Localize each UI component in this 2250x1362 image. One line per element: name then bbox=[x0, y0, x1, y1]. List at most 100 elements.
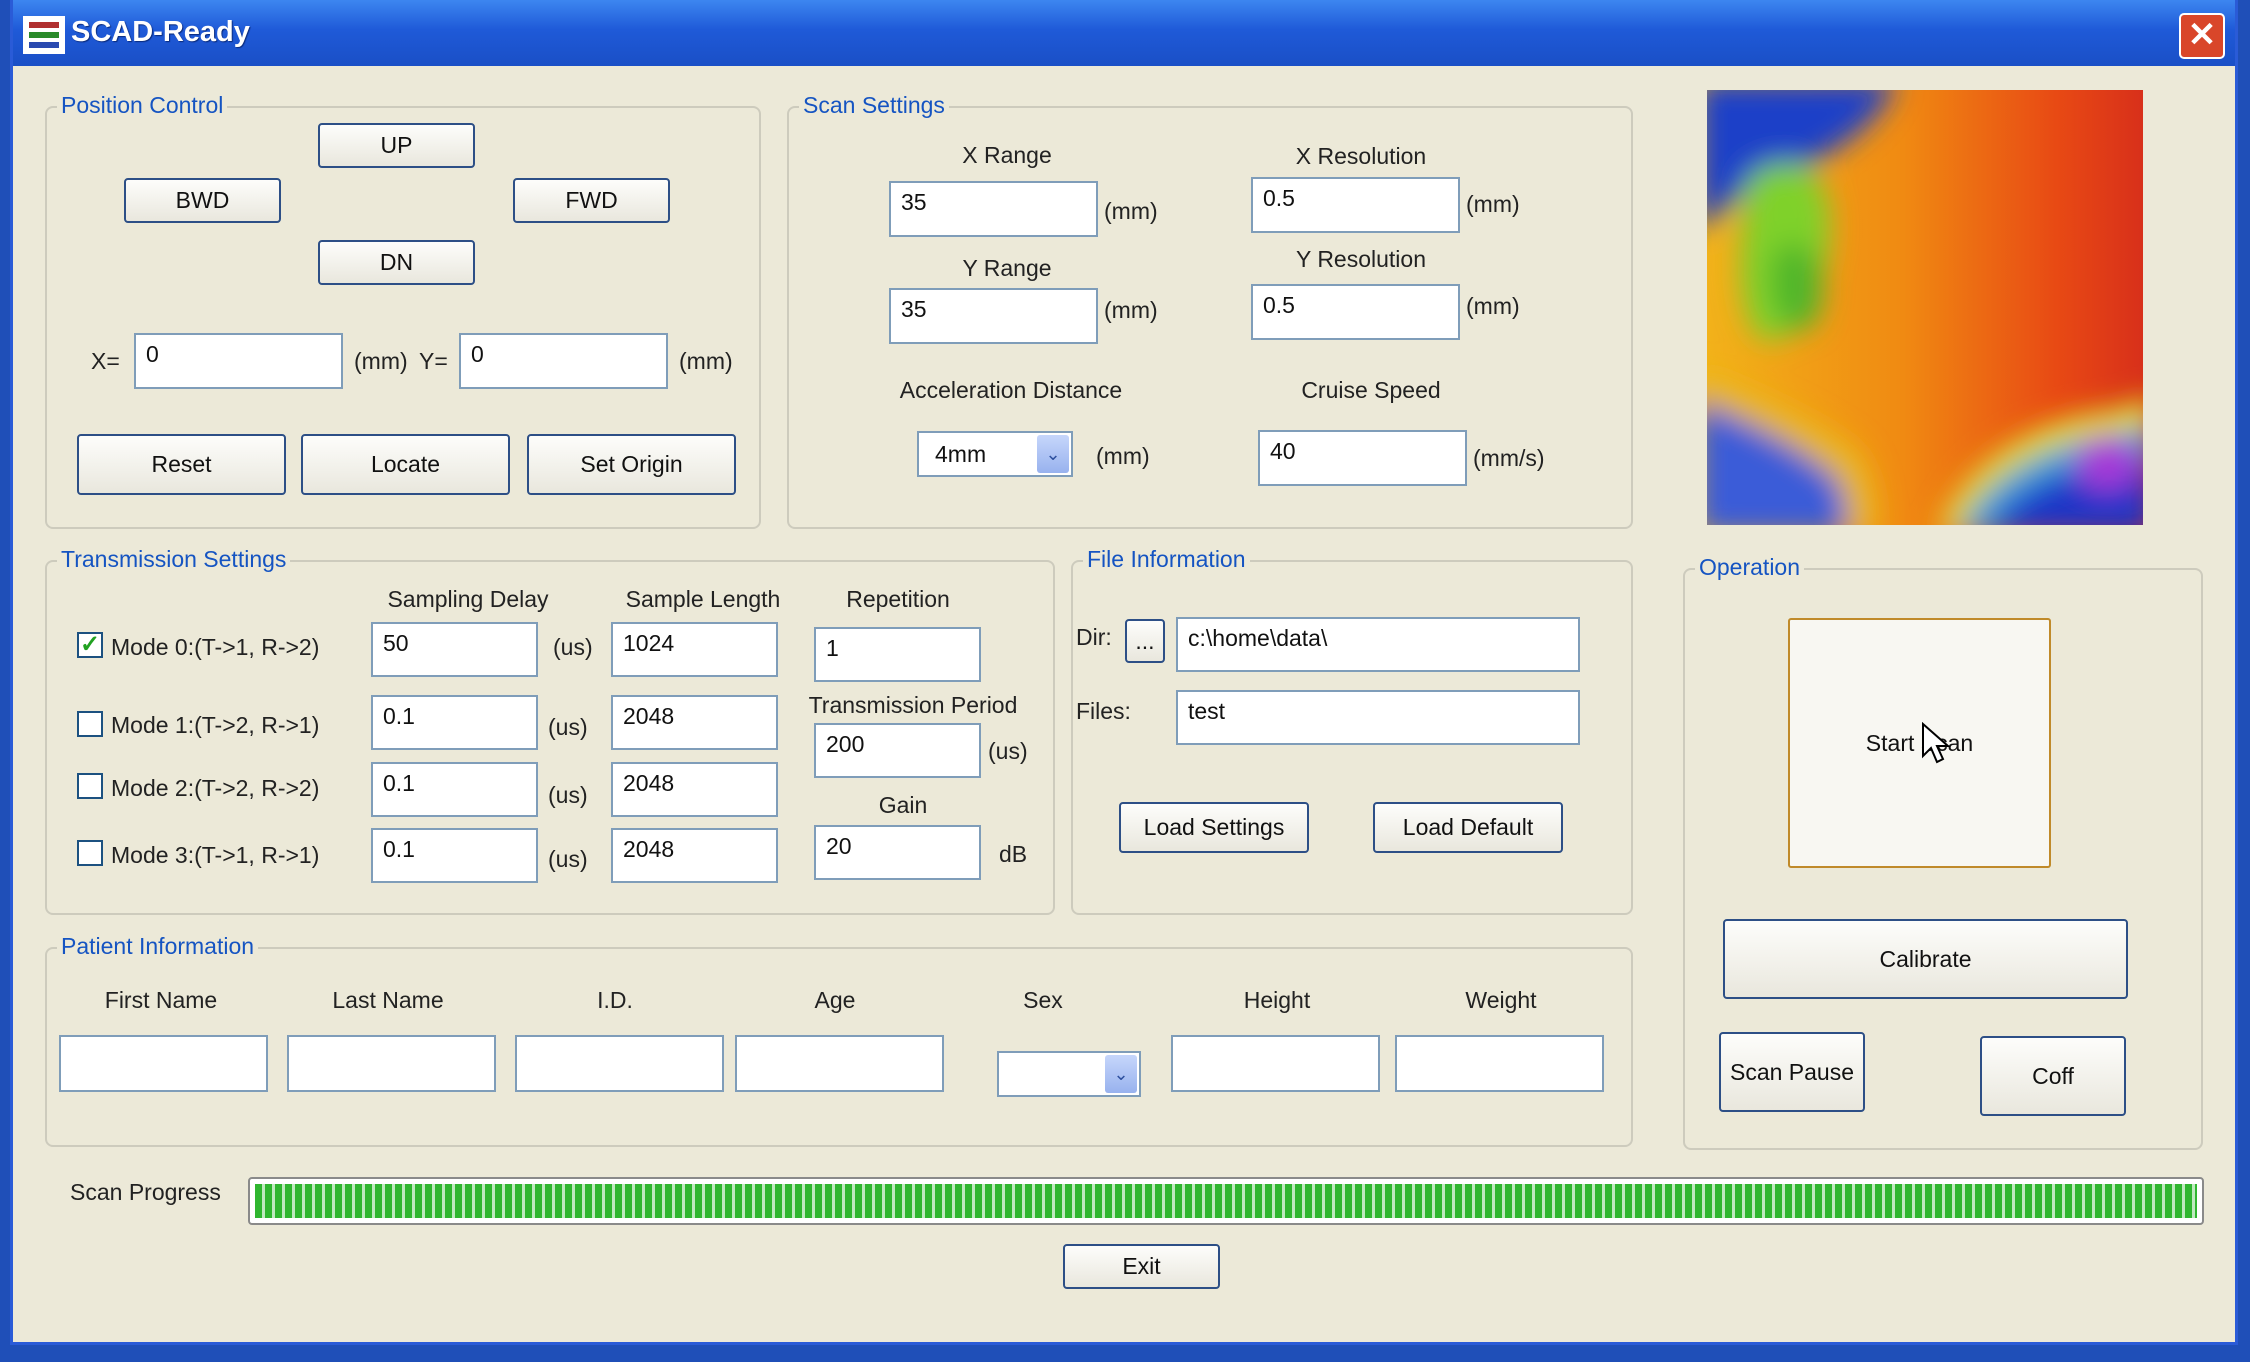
scan-progress-label: Scan Progress bbox=[70, 1179, 221, 1205]
x-label: X= bbox=[91, 348, 120, 374]
sample-length-header: Sample Length bbox=[625, 586, 781, 612]
y-unit: (mm) bbox=[679, 348, 733, 374]
last-name-field[interactable] bbox=[287, 1035, 496, 1092]
acceleration-distance-unit: (mm) bbox=[1096, 443, 1150, 469]
dir-field[interactable]: c:\home\data\ bbox=[1176, 617, 1580, 672]
id-label: I.D. bbox=[597, 987, 633, 1013]
x-position-field[interactable]: 0 bbox=[134, 333, 343, 389]
mode-3-sampling-delay[interactable]: 0.1 bbox=[371, 828, 538, 883]
set-origin-button[interactable]: Set Origin bbox=[527, 434, 736, 495]
acceleration-distance-select[interactable]: 4mm ⌄ bbox=[917, 431, 1073, 477]
mode-2-checkbox[interactable] bbox=[77, 773, 103, 799]
position-control-title: Position Control bbox=[57, 92, 228, 119]
transmission-period-label: Transmission Period bbox=[808, 692, 1018, 718]
mode-0-delay-unit: (us) bbox=[553, 634, 593, 660]
y-resolution-unit: (mm) bbox=[1466, 293, 1520, 319]
window-title: SCAD-Ready bbox=[71, 16, 250, 48]
bwd-button[interactable]: BWD bbox=[124, 178, 281, 223]
dn-button[interactable]: DN bbox=[318, 240, 475, 285]
load-settings-button[interactable]: Load Settings bbox=[1119, 802, 1309, 853]
mode-0-sampling-delay[interactable]: 50 bbox=[371, 622, 538, 677]
height-label: Height bbox=[1243, 987, 1311, 1013]
chevron-down-icon[interactable]: ⌄ bbox=[1105, 1055, 1137, 1093]
mode-0-checkbox[interactable]: ✓ bbox=[77, 632, 103, 658]
coff-button[interactable]: Coff bbox=[1980, 1036, 2126, 1116]
start-scan-button[interactable]: Start Scan bbox=[1788, 618, 2051, 868]
scan-settings-title: Scan Settings bbox=[799, 92, 949, 119]
repetition-header: Repetition bbox=[846, 586, 950, 612]
first-name-field[interactable] bbox=[59, 1035, 268, 1092]
sex-label: Sex bbox=[1023, 987, 1063, 1013]
mode-3-checkbox[interactable] bbox=[77, 840, 103, 866]
mode-3-sample-length[interactable]: 2048 bbox=[611, 828, 778, 883]
mouse-cursor-icon bbox=[1922, 722, 1951, 764]
age-field[interactable] bbox=[735, 1035, 944, 1092]
x-range-unit: (mm) bbox=[1104, 198, 1158, 224]
height-field[interactable] bbox=[1171, 1035, 1380, 1092]
title-bar[interactable]: SCAD-Ready ✕ bbox=[13, 0, 2235, 66]
app-window: SCAD-Ready ✕ Position Control UP BWD FWD… bbox=[10, 0, 2238, 1345]
mode-2-delay-unit: (us) bbox=[548, 782, 588, 808]
first-name-label: First Name bbox=[104, 987, 218, 1013]
file-information-title: File Information bbox=[1083, 546, 1250, 573]
mode-1-label: Mode 1:(T->2, R->1) bbox=[111, 712, 320, 738]
y-label: Y= bbox=[419, 348, 448, 374]
mode-2-sample-length[interactable]: 2048 bbox=[611, 762, 778, 817]
up-button[interactable]: UP bbox=[318, 123, 475, 168]
transmission-settings-title: Transmission Settings bbox=[57, 546, 291, 573]
x-resolution-label: X Resolution bbox=[1295, 143, 1427, 169]
y-range-field[interactable]: 35 bbox=[889, 288, 1098, 344]
mode-0-label: Mode 0:(T->1, R->2) bbox=[111, 634, 320, 660]
mode-1-sample-length[interactable]: 2048 bbox=[611, 695, 778, 750]
close-button[interactable]: ✕ bbox=[2179, 13, 2225, 59]
mode-1-sampling-delay[interactable]: 0.1 bbox=[371, 695, 538, 750]
gain-unit: dB bbox=[999, 841, 1028, 867]
transmission-period-unit: (us) bbox=[988, 738, 1028, 764]
fwd-button[interactable]: FWD bbox=[513, 178, 670, 223]
y-resolution-label: Y Resolution bbox=[1296, 246, 1426, 272]
weight-field[interactable] bbox=[1395, 1035, 1604, 1092]
gain-label: Gain bbox=[878, 792, 928, 818]
id-field[interactable] bbox=[515, 1035, 724, 1092]
files-field[interactable]: test bbox=[1176, 690, 1580, 745]
mode-1-delay-unit: (us) bbox=[548, 714, 588, 740]
x-range-field[interactable]: 35 bbox=[889, 181, 1098, 237]
transmission-period-field[interactable]: 200 bbox=[814, 723, 981, 778]
age-label: Age bbox=[814, 987, 856, 1013]
locate-button[interactable]: Locate bbox=[301, 434, 510, 495]
gain-field[interactable]: 20 bbox=[814, 825, 981, 880]
x-resolution-field[interactable]: 0.5 bbox=[1251, 177, 1460, 233]
x-range-label: X Range bbox=[962, 142, 1052, 168]
x-resolution-unit: (mm) bbox=[1466, 191, 1520, 217]
last-name-label: Last Name bbox=[332, 987, 444, 1013]
scan-progress-fill bbox=[255, 1184, 2197, 1218]
scan-preview-heatmap bbox=[1707, 90, 2143, 525]
mode-0-sample-length[interactable]: 1024 bbox=[611, 622, 778, 677]
scan-pause-button[interactable]: Scan Pause bbox=[1719, 1032, 1865, 1112]
mode-2-label: Mode 2:(T->2, R->2) bbox=[111, 775, 320, 801]
load-default-button[interactable]: Load Default bbox=[1373, 802, 1563, 853]
sex-select[interactable]: ⌄ bbox=[997, 1051, 1141, 1097]
exit-button[interactable]: Exit bbox=[1063, 1244, 1220, 1289]
dir-label: Dir: bbox=[1076, 624, 1112, 650]
cruise-speed-unit: (mm/s) bbox=[1473, 445, 1545, 471]
y-range-unit: (mm) bbox=[1104, 297, 1158, 323]
x-unit: (mm) bbox=[354, 348, 408, 374]
acceleration-distance-label: Acceleration Distance bbox=[899, 377, 1123, 403]
chevron-down-icon[interactable]: ⌄ bbox=[1037, 435, 1069, 473]
y-range-label: Y Range bbox=[962, 255, 1052, 281]
y-position-field[interactable]: 0 bbox=[459, 333, 668, 389]
calibrate-button[interactable]: Calibrate bbox=[1723, 919, 2128, 999]
mode-3-label: Mode 3:(T->1, R->1) bbox=[111, 842, 320, 868]
mode-1-checkbox[interactable] bbox=[77, 711, 103, 737]
repetition-field[interactable]: 1 bbox=[814, 627, 981, 682]
cruise-speed-field[interactable]: 40 bbox=[1258, 430, 1467, 486]
y-resolution-field[interactable]: 0.5 bbox=[1251, 284, 1460, 340]
files-label: Files: bbox=[1076, 698, 1131, 724]
app-icon bbox=[23, 16, 65, 54]
reset-button[interactable]: Reset bbox=[77, 434, 286, 495]
mode-2-sampling-delay[interactable]: 0.1 bbox=[371, 762, 538, 817]
scan-progress-bar bbox=[248, 1177, 2204, 1225]
patient-information-title: Patient Information bbox=[57, 933, 259, 960]
browse-dir-button[interactable]: ... bbox=[1125, 619, 1165, 663]
